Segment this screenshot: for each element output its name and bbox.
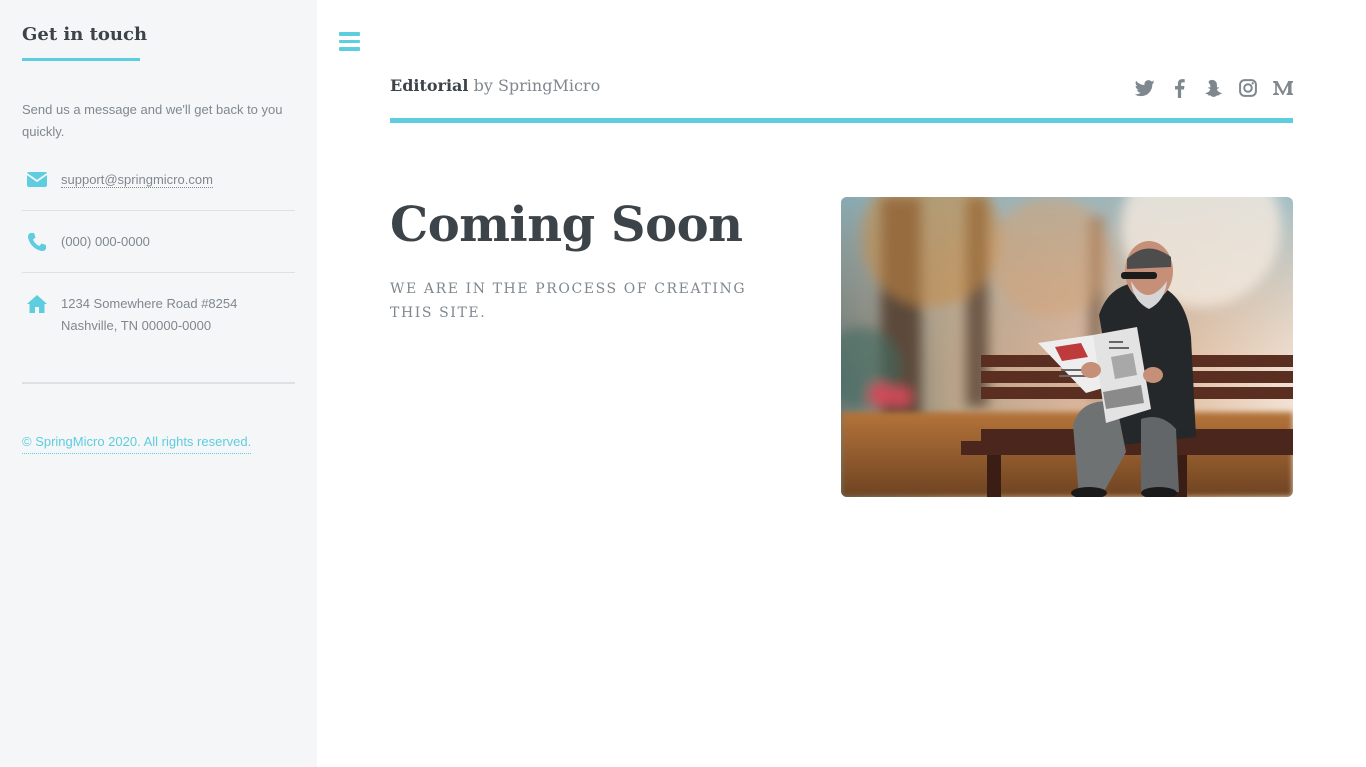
sidebar-heading: Get in touch	[22, 24, 148, 45]
logo-bold: Editorial	[390, 76, 469, 95]
home-icon	[26, 293, 48, 315]
phone-icon	[26, 231, 48, 253]
phone-number: (000) 000-0000	[61, 234, 150, 249]
header-divider	[390, 118, 1293, 123]
facebook-icon[interactable]	[1168, 78, 1190, 98]
site-logo[interactable]: Editorial by SpringMicro	[390, 76, 600, 95]
copyright-link[interactable]: © SpringMicro 2020. All rights reserved.	[22, 431, 252, 454]
page-subtitle: We are in the process of creating this s…	[390, 281, 747, 321]
instagram-icon[interactable]	[1237, 78, 1259, 98]
heading-underline	[22, 58, 140, 61]
email-link[interactable]: support@springmicro.com	[61, 172, 213, 188]
medium-icon[interactable]	[1272, 78, 1294, 98]
divider	[22, 382, 295, 384]
address-line-2: Nashville, TN 00000-0000	[61, 318, 212, 333]
logo-rest: by SpringMicro	[468, 76, 601, 95]
snapchat-icon[interactable]	[1201, 78, 1223, 98]
hero-image	[841, 197, 1293, 497]
menu-bar-icon	[339, 32, 360, 36]
twitter-icon[interactable]	[1134, 78, 1156, 98]
menu-bar-icon	[339, 47, 360, 51]
address-line-1: 1234 Somewhere Road #8254	[61, 296, 238, 311]
sidebar-intro: Send us a message and we'll get back to …	[22, 102, 283, 139]
envelope-icon	[26, 169, 48, 191]
divider	[22, 210, 295, 211]
menu-toggle-button[interactable]	[339, 30, 361, 52]
sidebar: Get in touch Send us a message and we'll…	[0, 0, 317, 767]
menu-bar-icon	[339, 39, 360, 43]
page-title: Coming Soon	[390, 197, 743, 253]
divider	[22, 272, 295, 273]
